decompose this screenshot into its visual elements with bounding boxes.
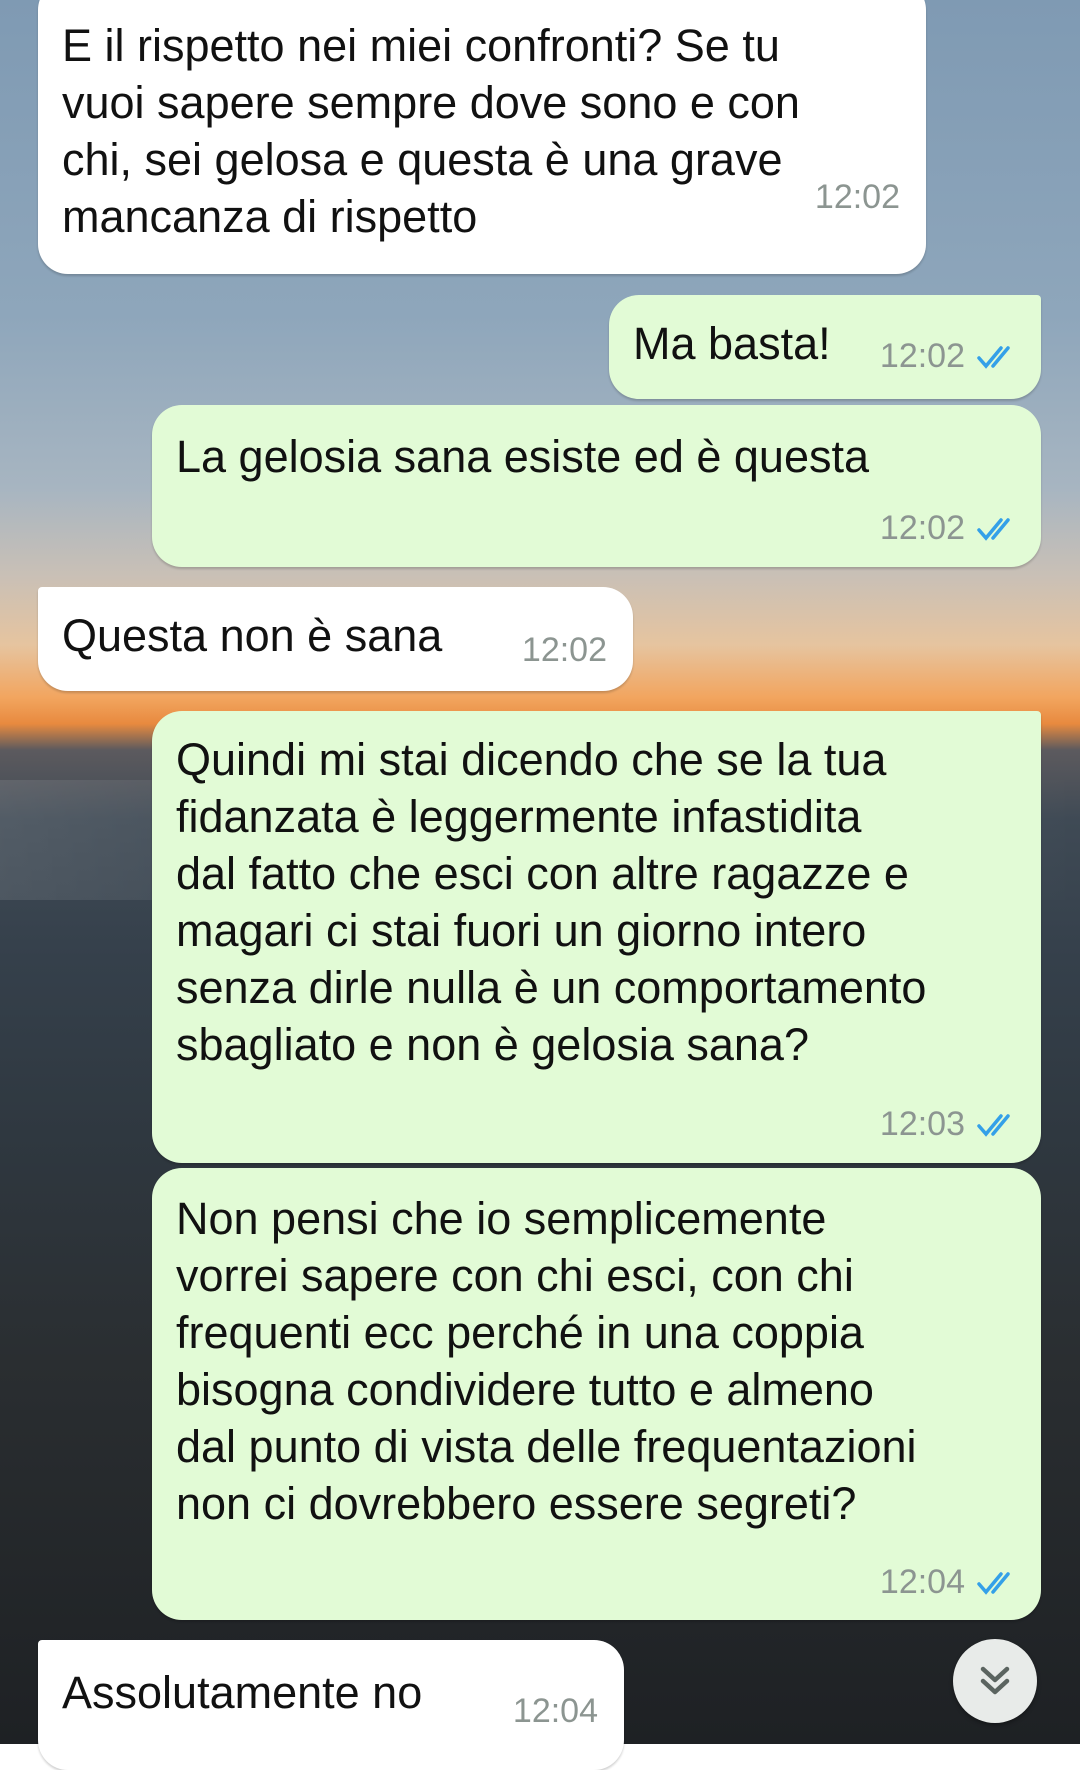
message-time: 12:03 bbox=[879, 1105, 965, 1143]
message-text: La gelosia sana esiste ed è questa bbox=[176, 431, 869, 482]
message-bubble-outgoing[interactable]: Ma basta! 12:02 bbox=[609, 295, 1041, 399]
message-text: Non pensi che io semplicemente vorrei sa… bbox=[176, 1193, 917, 1529]
message-meta: 12:03 bbox=[880, 1105, 1017, 1144]
message-time: 12:04 bbox=[879, 1563, 965, 1601]
message-bubble-outgoing[interactable]: La gelosia sana esiste ed è questa 12:02 bbox=[152, 405, 1041, 567]
message-meta: 12:02 bbox=[522, 631, 607, 670]
message-meta: 12:02 bbox=[880, 509, 1017, 548]
double-check-read-icon bbox=[977, 517, 1010, 541]
message-time: 12:02 bbox=[879, 337, 965, 375]
message-bubble-outgoing[interactable]: Non pensi che io semplicemente vorrei sa… bbox=[152, 1168, 1041, 1620]
message-meta: 12:02 bbox=[880, 337, 1017, 376]
message-text: Ma basta! bbox=[633, 318, 831, 369]
message-bubble-incoming[interactable]: E il rispetto nei miei confronti? Se tu … bbox=[38, 0, 926, 274]
double-chevron-down-icon bbox=[980, 1666, 1010, 1695]
message-text: Quindi mi stai dicendo che se la tua fid… bbox=[176, 734, 927, 1070]
message-meta: 12:04 bbox=[513, 1692, 598, 1731]
message-meta: 12:02 bbox=[815, 178, 900, 217]
double-check-read-icon bbox=[977, 345, 1010, 369]
message-time: 12:04 bbox=[512, 1692, 598, 1730]
scroll-to-bottom-button[interactable] bbox=[953, 1639, 1037, 1723]
message-bubble-incoming[interactable]: Assolutamente no 12:04 bbox=[38, 1640, 624, 1770]
message-bubble-incoming[interactable]: Questa non è sana 12:02 bbox=[38, 587, 633, 691]
double-check-read-icon bbox=[977, 1113, 1010, 1137]
message-text: Assolutamente no bbox=[62, 1667, 423, 1718]
message-time: 12:02 bbox=[879, 509, 965, 547]
message-time: 12:02 bbox=[521, 631, 607, 669]
message-time: 12:02 bbox=[814, 178, 900, 216]
double-check-read-icon bbox=[977, 1571, 1010, 1595]
message-bubble-outgoing[interactable]: Quindi mi stai dicendo che se la tua fid… bbox=[152, 711, 1041, 1163]
message-meta: 12:04 bbox=[880, 1563, 1017, 1602]
message-text: E il rispetto nei miei confronti? Se tu … bbox=[62, 20, 800, 242]
message-text: Questa non è sana bbox=[62, 610, 443, 661]
